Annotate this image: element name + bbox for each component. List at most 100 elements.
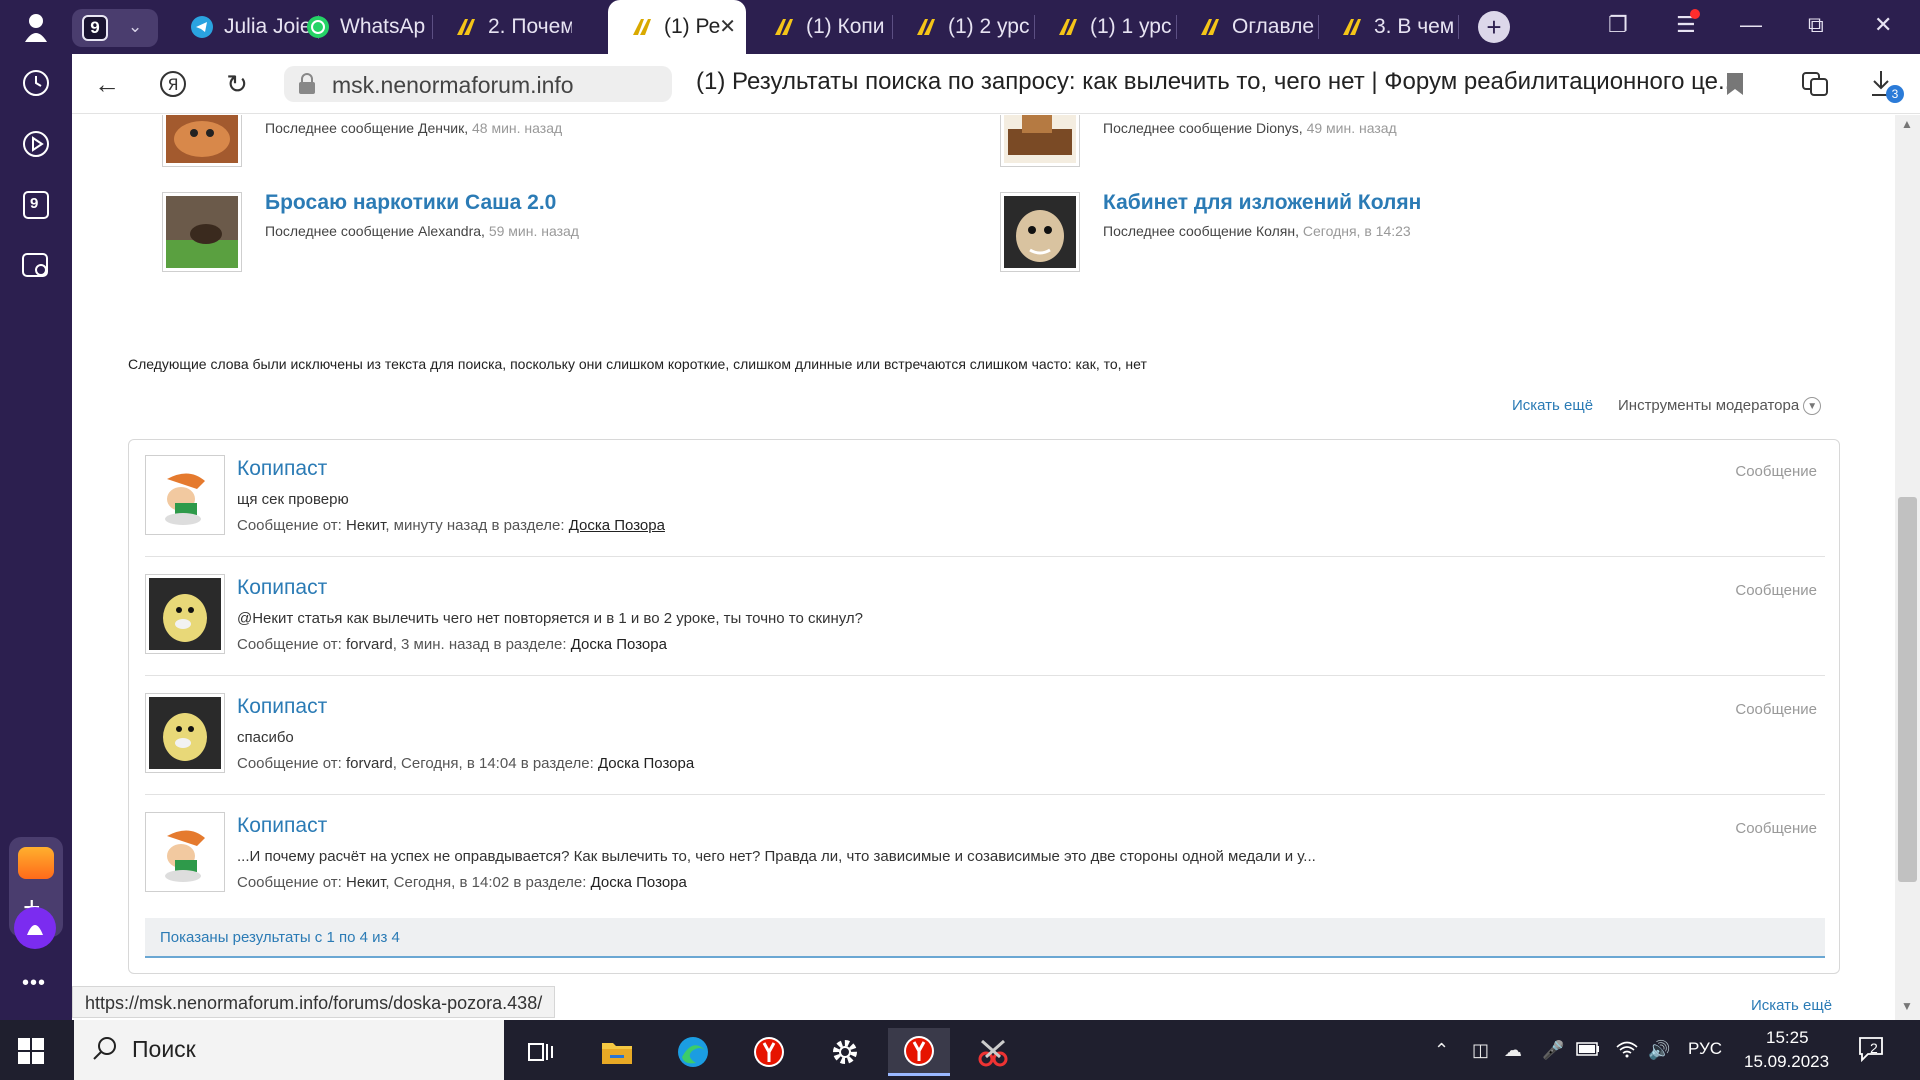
menu-icon[interactable]: ☰ <box>1676 9 1700 38</box>
yandex-browser-icon[interactable] <box>738 1028 800 1076</box>
windows-start-icon[interactable] <box>18 1038 44 1064</box>
keyboard-language[interactable]: РУС <box>1688 1039 1722 1059</box>
result-author-link[interactable]: forvard <box>346 755 393 772</box>
thread-meta: Последнее сообщение Dionys, 49 мин. наза… <box>1103 120 1397 136</box>
alice-assistant-icon[interactable] <box>14 907 56 949</box>
history-icon[interactable] <box>21 68 51 98</box>
scroll-up-icon[interactable]: ▲ <box>1901 117 1913 131</box>
tab-lesson-2[interactable]: (1) 2 урс <box>892 0 1032 54</box>
clock-time[interactable]: 15:25 <box>1766 1028 1809 1048</box>
minimize-icon[interactable]: — <box>1740 12 1762 38</box>
thread-author[interactable]: Alexandra <box>418 223 481 239</box>
result-forum-link[interactable]: Доска Позора <box>591 874 687 891</box>
user-avatar[interactable] <box>145 574 225 654</box>
edge-browser-icon[interactable] <box>662 1028 724 1076</box>
thread-meta: Последнее сообщение Денчик, 48 мин. наза… <box>265 120 563 136</box>
settings-gear-icon[interactable] <box>814 1028 876 1076</box>
result-meta: Сообщение от: Некит, Сегодня, в 14:02 в … <box>237 874 687 891</box>
reload-icon[interactable]: ↻ <box>222 69 252 99</box>
file-explorer-icon[interactable] <box>586 1028 648 1076</box>
search-more-bottom-link[interactable]: Искать ещё <box>1751 997 1832 1014</box>
thread-thumbnail[interactable] <box>1000 192 1080 272</box>
address-bar-row: ← Я ↻ msk.nenormaforum.info (1) Результа… <box>72 54 1920 114</box>
result-snippet: щя сек проверю <box>237 491 349 508</box>
result-author-link[interactable]: forvard <box>346 636 393 653</box>
thread-thumbnail[interactable] <box>162 115 242 167</box>
downloads-icon[interactable]: 3 <box>1868 69 1904 103</box>
search-results-list: Копипаст щя сек проверю Сообщение от: Не… <box>128 439 1840 974</box>
translate-icon[interactable] <box>1800 69 1830 99</box>
tab-counter-button[interactable]: 9 ⌄ <box>72 9 158 47</box>
new-tab-button[interactable]: + <box>1478 11 1510 43</box>
phone-link-icon[interactable]: ◫ <box>1472 1040 1489 1061</box>
cloud-icon[interactable]: ☁ <box>1504 1040 1522 1061</box>
close-tab-icon[interactable]: ✕ <box>719 14 736 39</box>
result-forum-link[interactable]: Доска Позора <box>598 755 694 772</box>
battery-icon[interactable] <box>1576 1040 1600 1061</box>
microphone-icon[interactable]: 🎤 <box>1542 1040 1564 1061</box>
user-avatar[interactable] <box>145 455 225 535</box>
back-icon[interactable]: ← <box>92 69 122 99</box>
scroll-down-icon[interactable]: ▼ <box>1901 999 1913 1013</box>
tab-forum-2[interactable]: 2. Почем <box>432 0 572 54</box>
task-view-icon[interactable] <box>510 1028 572 1076</box>
thread-author[interactable]: Колян <box>1256 223 1295 239</box>
tab-whatsapp[interactable]: WhatsAp <box>284 0 432 54</box>
result-meta: Сообщение от: forvard, 3 мин. назад в ра… <box>237 636 667 653</box>
user-avatar[interactable] <box>145 812 225 892</box>
result-title-link[interactable]: Копипаст <box>237 695 327 719</box>
sidebar-counter: 9 <box>30 195 39 212</box>
tab-contents[interactable]: Оглавле <box>1176 0 1316 54</box>
search-result: Копипаст @Некит статья как вылечить чего… <box>145 559 1825 676</box>
tabs-counter-icon[interactable]: 9 <box>21 190 51 220</box>
scrollbar-thumb[interactable] <box>1898 497 1917 882</box>
close-window-icon[interactable]: ✕ <box>1874 12 1892 38</box>
forum-favicon-icon <box>1201 19 1219 35</box>
tab-search-results[interactable]: (1) Ре ✕ <box>608 0 746 54</box>
mail-icon[interactable] <box>18 847 54 879</box>
tab-label: 3. В чем <box>1374 15 1455 38</box>
user-avatar[interactable] <box>145 693 225 773</box>
yandex-logo-icon[interactable]: Я <box>158 69 188 99</box>
play-icon[interactable] <box>21 129 51 159</box>
notifications-icon[interactable]: 2 <box>1858 1036 1888 1063</box>
result-title-link[interactable]: Копипаст <box>237 814 327 838</box>
volume-icon[interactable]: 🔊 <box>1648 1040 1670 1061</box>
search-more-link[interactable]: Искать ещё <box>1512 397 1593 414</box>
clock-date[interactable]: 15.09.2023 <box>1744 1052 1829 1072</box>
wifi-icon[interactable] <box>1616 1040 1638 1063</box>
page-title: (1) Результаты поиска по запросу: как вы… <box>696 68 1736 95</box>
result-author-link[interactable]: Некит <box>346 517 385 534</box>
thread-thumbnail[interactable] <box>1000 115 1080 167</box>
more-icon[interactable]: ••• <box>22 972 46 995</box>
profile-avatar-icon[interactable] <box>14 9 58 45</box>
result-author-link[interactable]: Некит <box>346 874 385 891</box>
tab-label: (1) 1 урс <box>1090 15 1172 38</box>
thread-author[interactable]: Денчик <box>418 120 464 136</box>
tab-kopipast[interactable]: (1) Копи <box>750 0 890 54</box>
tab-chapter-3[interactable]: 3. В чем <box>1318 0 1458 54</box>
thread-title-link[interactable]: Кабинет для изложений Колян <box>1103 191 1421 215</box>
thread-thumbnail[interactable] <box>162 192 242 272</box>
tab-collections-icon[interactable]: ❐ <box>1608 12 1628 38</box>
result-title-link[interactable]: Копипаст <box>237 576 327 600</box>
thread-author[interactable]: Dionys <box>1256 120 1299 136</box>
url-field[interactable]: msk.nenormaforum.info <box>284 66 672 102</box>
notification-count: 2 <box>1870 1040 1878 1056</box>
result-forum-link[interactable]: Доска Позора <box>571 636 667 653</box>
downloads-badge: 3 <box>1886 85 1904 103</box>
restore-icon[interactable]: ⧉ <box>1808 12 1824 38</box>
yandex-browser-active-icon[interactable] <box>888 1028 950 1076</box>
taskbar-search-box[interactable]: Поиск <box>74 1020 504 1080</box>
chevron-up-icon[interactable]: ⌃ <box>1434 1040 1449 1061</box>
tab-lesson-1[interactable]: (1) 1 урс <box>1034 0 1174 54</box>
thread-title-link[interactable]: Бросаю наркотики Саша 2.0 <box>265 191 556 215</box>
result-title-link[interactable]: Копипаст <box>237 457 327 481</box>
snipping-tool-icon[interactable] <box>962 1028 1024 1076</box>
result-forum-link[interactable]: Доска Позора <box>569 517 665 534</box>
page-scrollbar[interactable]: ▲ ▼ <box>1895 115 1920 1020</box>
moderator-tools-dropdown[interactable]: Инструменты модератора ▼ <box>1618 397 1822 416</box>
screenshot-icon[interactable] <box>21 251 51 281</box>
result-type: Сообщение <box>1735 582 1817 599</box>
bookmark-icon[interactable] <box>1720 69 1750 99</box>
